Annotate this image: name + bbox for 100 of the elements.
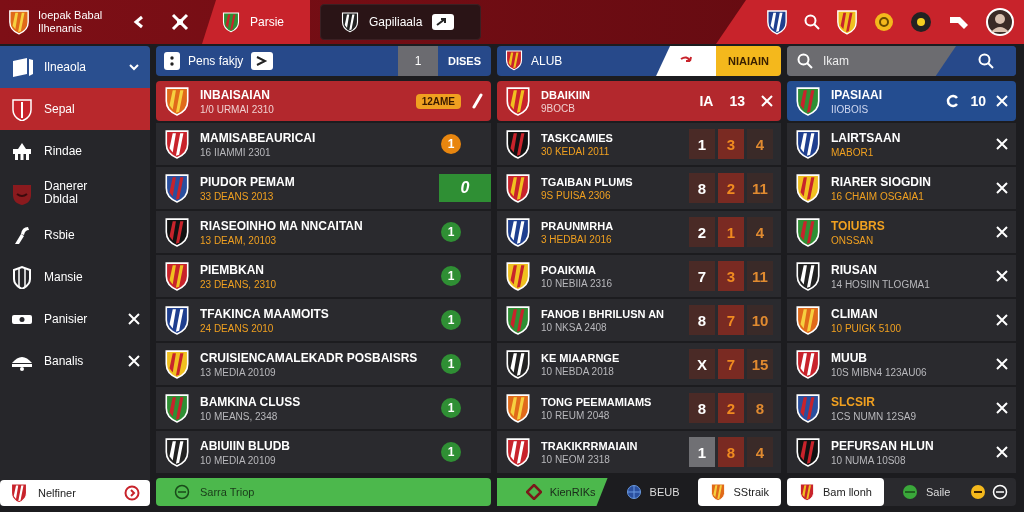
club-info: 1CS NUMN 12SA9 <box>831 410 918 422</box>
header-action[interactable]: NIAIAIN <box>716 46 781 76</box>
score-cell: 7 <box>689 261 715 291</box>
fixture-row[interactable]: MAMISABEAURICAI 16 IIAMMI 2301 1 <box>156 123 491 165</box>
club-row[interactable]: MUUB 10S MIBN4 123AU06 <box>787 343 1016 385</box>
crest-icon <box>10 482 28 504</box>
result-row[interactable]: FANOB I BHRILUSN AN 10 NKSA 2408 8 7 10 <box>497 299 781 341</box>
featured-club[interactable]: IPASIAAI IIOBOIS 10 <box>787 81 1016 121</box>
sidebar-item[interactable]: Rsbie <box>0 214 150 256</box>
sidebar-item[interactable]: Danerer Dbldal <box>0 172 150 214</box>
close-icon[interactable] <box>996 314 1008 326</box>
fixture-row[interactable]: BAMKINA CLUSS 10 MEANS, 2348 1 <box>156 387 491 429</box>
close-icon[interactable] <box>128 355 140 367</box>
footer-tab[interactable]: BEUB <box>613 478 692 506</box>
club-row[interactable]: RIARER SIOGDIN 16 CHAIM OSGAIA1 <box>787 167 1016 209</box>
refresh-icon[interactable] <box>946 94 961 108</box>
arrow-circle-icon[interactable] <box>124 485 140 501</box>
chevron-icon[interactable] <box>128 61 140 73</box>
result-row[interactable]: POAIKMIA 10 NEBIIA 2316 7 3 11 <box>497 255 781 297</box>
back-icon[interactable] <box>132 15 146 29</box>
footer-button[interactable]: Sarra Triop <box>156 478 491 506</box>
sidebar-item[interactable]: Sepal <box>0 88 150 130</box>
crest-icon <box>795 86 821 116</box>
match-date: 1/0 URMAI 2310 <box>200 103 275 115</box>
fixture-row[interactable]: ABIUIIN BLUDB 10 MEDIA 20109 1 <box>156 431 491 473</box>
club-info: 10S MIBN4 123AU06 <box>831 366 928 378</box>
crest-icon <box>341 11 359 33</box>
coin-icon[interactable] <box>874 12 894 32</box>
close-icon[interactable] <box>996 446 1008 458</box>
match-date: 9BOCB <box>541 102 576 114</box>
sidebar-item[interactable]: Panisier <box>0 298 150 340</box>
fixture-row[interactable]: PIEMBKAN 23 DEANS, 2310 1 <box>156 255 491 297</box>
close-icon[interactable] <box>996 138 1008 150</box>
sidebar-label: Panisier <box>44 312 89 326</box>
count-badge: 1 <box>441 354 461 374</box>
club-info: MABOR1 <box>831 146 875 158</box>
team-name: INBAISAIAN <box>200 87 271 102</box>
close-icon[interactable] <box>996 95 1008 107</box>
diamond-icon <box>525 484 542 500</box>
avatar-icon[interactable] <box>986 8 1014 36</box>
fixture-row[interactable]: CRUISIENCAMALEKADR POSBAISRS 13 MEDIA 20109 1 <box>156 343 491 385</box>
team-name: PEFURSAN HLUN <box>831 438 935 453</box>
sidebar-group[interactable]: Ilneaola <box>0 46 150 88</box>
top-tab[interactable]: Gapiliaala <box>320 4 482 40</box>
pencil-icon[interactable] <box>471 93 483 109</box>
score-cell: 10 <box>747 305 773 335</box>
club-row[interactable]: LAIRTSAAN MABOR1 <box>787 123 1016 165</box>
minus-circle-icon[interactable] <box>992 484 1008 500</box>
search-icon[interactable] <box>797 53 813 69</box>
result-row[interactable]: TONG PEEMAMIAMS 10 REUM 2048 8 2 8 <box>497 387 781 429</box>
team-name: TGAIBAN PLUMS <box>541 175 634 188</box>
more-icon[interactable] <box>164 52 180 70</box>
top-tab[interactable]: Parsie <box>202 0 310 44</box>
sidebar-item[interactable]: Mansie <box>0 256 150 298</box>
result-row[interactable]: TRAKIKRRMAIAIN 10 NEOM 2318 1 8 4 <box>497 431 781 473</box>
club-row[interactable]: RIUSAN 14 HOSIIN TLOGMA1 <box>787 255 1016 297</box>
featured-match[interactable]: DBAIKIIN 9BOCB IA 13 <box>497 81 781 121</box>
match-date: 16 IIAMMI 2301 <box>200 146 272 158</box>
coin-icon[interactable] <box>970 484 986 500</box>
footer-tab[interactable]: SStraik <box>697 478 781 506</box>
search-icon[interactable] <box>804 14 820 30</box>
fixture-row[interactable]: PIUDOR PEMAM 33 DEANS 2013 0 <box>156 167 491 209</box>
header-action[interactable]: DISES <box>438 55 491 67</box>
club-row[interactable]: CLIMAN 10 PUIGK 5100 <box>787 299 1016 341</box>
fixture-row[interactable]: TFAKINCA MAAMOITS 24 DEANS 2010 1 <box>156 299 491 341</box>
sidebar-item[interactable]: Rindae <box>0 130 150 172</box>
search-field[interactable]: Ikam <box>787 46 956 76</box>
result-row[interactable]: KE MIAARNGE 10 NEBDA 2018 X 7 15 <box>497 343 781 385</box>
crest-icon <box>505 129 531 159</box>
close-icon[interactable] <box>996 270 1008 282</box>
featured-match[interactable]: INBAISAIAN 1/0 URMAI 2310 12AME <box>156 81 491 121</box>
match-date: 9S PUISA 2306 <box>541 189 612 201</box>
footer-tab[interactable]: KienRIKs <box>497 478 608 506</box>
close-icon[interactable] <box>761 95 773 107</box>
club-row[interactable]: PEFURSAN HLUN 10 NUMA 10S08 <box>787 431 1016 473</box>
close-icon[interactable] <box>996 226 1008 238</box>
close-icon[interactable] <box>996 182 1008 194</box>
footer-tab[interactable]: Bam llonh <box>787 478 884 506</box>
fixture-row[interactable]: RIASEOINHO MA NNCAITAN 13 DEAM, 20103 1 <box>156 211 491 253</box>
close-icon[interactable] <box>996 358 1008 370</box>
club-row[interactable]: TOIUBRS ONSSAN <box>787 211 1016 253</box>
match-date: 10 NEBIIA 2316 <box>541 277 614 289</box>
close-icon[interactable] <box>128 313 140 325</box>
result-row[interactable]: PRAUNMRHA 3 HEDBAI 2016 2 1 4 <box>497 211 781 253</box>
profile-card[interactable]: Nelfiner <box>0 480 150 506</box>
sidebar-item[interactable]: Banalis <box>0 340 150 382</box>
result-row[interactable]: TASKCAMIES 30 KEDAI 2011 1 3 4 <box>497 123 781 165</box>
close-icon[interactable] <box>996 402 1008 414</box>
crest-icon <box>505 305 531 335</box>
menu-item-icon <box>10 265 34 289</box>
search-icon <box>978 53 994 69</box>
footer-tab[interactable]: Saile <box>889 478 963 506</box>
sidebar-label: Rsbie <box>44 228 76 242</box>
crest-icon <box>164 305 190 335</box>
team-name: LAIRTSAAN <box>831 130 902 145</box>
crest-icon <box>709 482 726 502</box>
club-row[interactable]: SLCSIR 1CS NUMN 12SA9 <box>787 387 1016 429</box>
crest-icon <box>164 217 190 247</box>
crest-icon <box>164 349 190 379</box>
result-row[interactable]: TGAIBAN PLUMS 9S PUISA 2306 8 2 11 <box>497 167 781 209</box>
